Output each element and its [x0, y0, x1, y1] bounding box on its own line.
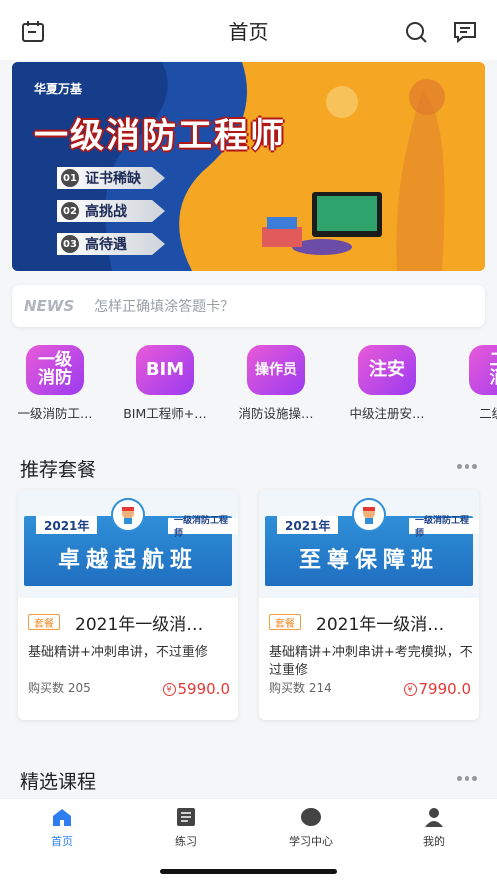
package-cover: 2021年 一级消防工程师 卓越起航班 — [18, 490, 238, 598]
category-item[interactable]: 注安 中级注册安… — [332, 345, 442, 422]
search-icon[interactable] — [403, 20, 429, 44]
banner-point: 02 高挑战 — [57, 200, 165, 222]
package-card[interactable]: 2021年 一级消防工程师 卓越起航班 套餐 2021年一级消… 基础精讲+冲刺… — [18, 490, 238, 720]
category-item[interactable]: 操作员 消防设施操… — [221, 345, 331, 422]
user-icon — [425, 808, 443, 827]
page-title: 首页 — [228, 19, 269, 44]
nav-label: 学习中心 — [289, 835, 333, 848]
point-number: 01 — [61, 169, 79, 187]
point-label: 高挑战 — [85, 204, 127, 220]
package-year: 2021年 — [36, 516, 98, 534]
book-icon — [177, 808, 195, 826]
category-icon: 注安 — [358, 345, 416, 395]
banner-title: 一级消防工程师 — [34, 116, 286, 156]
package-title: 2021年一级消… — [75, 615, 204, 635]
category-label: 二级消 — [479, 406, 497, 421]
package-price: ¥7990.0 — [403, 680, 472, 698]
point-label: 证书稀缺 — [85, 171, 141, 187]
home-icon — [53, 809, 71, 826]
mascot-icon — [111, 498, 145, 532]
package-price-value: 5990.0 — [177, 680, 231, 698]
category-icon: 一级 消防 — [26, 345, 84, 395]
nav-label: 我的 — [423, 835, 445, 848]
point-label: 高待遇 — [85, 237, 127, 253]
category-icon: 二 消 — [469, 345, 497, 395]
more-icon[interactable] — [457, 776, 478, 782]
nav-label: 首页 — [51, 835, 73, 848]
nav-label: 练习 — [175, 835, 197, 848]
nav-home[interactable]: 首页 — [22, 807, 102, 849]
nav-mine[interactable]: 我的 — [394, 807, 474, 849]
category-label: 一级消防工… — [17, 406, 93, 421]
category-label: 中级注册安… — [349, 406, 425, 421]
package-price-value: 7990.0 — [418, 680, 472, 698]
package-title: 2021年一级消… — [316, 615, 445, 635]
package-badge: 套餐 — [269, 614, 301, 630]
yen-icon: ¥ — [403, 682, 417, 696]
package-class: 至尊保障班 — [298, 548, 439, 573]
more-icon[interactable] — [457, 464, 478, 470]
category-label: 消防设施操… — [238, 406, 314, 421]
nav-practice[interactable]: 练习 — [146, 807, 226, 849]
package-cover: 2021年 一级消防工程师 至尊保障班 — [259, 490, 479, 598]
section-title-recommended: 推荐套餐 — [20, 459, 97, 481]
package-desc: 基础精讲+冲刺串讲+考完模拟，不过重修 — [269, 645, 473, 678]
news-tag: NEWS — [24, 297, 75, 315]
category-item[interactable]: BIM BIM工程师+… — [110, 345, 220, 422]
category-item[interactable]: 一级 消防 一级消防工… — [0, 345, 110, 422]
package-badge: 套餐 — [28, 614, 60, 630]
package-kind: 一级消防工程师 — [168, 516, 238, 539]
package-price: ¥5990.0 — [162, 680, 231, 698]
banner-point: 01 证书稀缺 — [57, 167, 165, 189]
package-buys: 购买数 214 — [269, 681, 332, 695]
point-number: 02 — [61, 202, 79, 220]
home-indicator — [160, 869, 337, 874]
message-icon[interactable] — [452, 20, 478, 44]
package-kind: 一级消防工程师 — [409, 516, 479, 539]
category-icon: 操作员 — [247, 345, 305, 395]
study-center-icon — [301, 808, 321, 826]
package-year: 2021年 — [277, 516, 339, 534]
package-card[interactable]: 2021年 一级消防工程师 至尊保障班 套餐 2021年一级消… 基础精讲+冲刺… — [259, 490, 479, 720]
section-title-selected: 精选课程 — [20, 771, 97, 793]
package-buys: 购买数 205 — [28, 681, 91, 695]
yen-icon: ¥ — [162, 682, 176, 696]
package-desc: 基础精讲+冲刺串讲，不过重修 — [28, 645, 208, 660]
point-number: 03 — [61, 235, 79, 253]
package-class: 卓越起航班 — [57, 548, 198, 573]
top-bar: 首页 — [0, 0, 497, 60]
news-ticker[interactable]: NEWS 怎样正确填涂答题卡？ — [12, 285, 485, 327]
banner-point: 03 高待遇 — [57, 233, 165, 255]
brand-logo-text: 华夏万基 — [34, 82, 83, 96]
news-headline[interactable]: 怎样正确填涂答题卡？ — [94, 296, 234, 316]
nav-study-center[interactable]: 学习中心 — [271, 807, 351, 849]
category-row: 一级 消防 一级消防工… BIM BIM工程师+… 操作员 消防设施操… 注安 … — [0, 345, 497, 423]
calendar-icon[interactable] — [20, 20, 46, 44]
promo-banner[interactable]: 华夏万基 一级消防工程师 01 证书稀缺 02 高挑战 03 高待遇 — [12, 62, 485, 271]
category-icon: BIM — [136, 345, 194, 395]
category-label: BIM工程师+… — [123, 406, 207, 421]
mascot-icon — [352, 498, 386, 532]
category-item[interactable]: 二 消 二级消 — [443, 345, 497, 422]
